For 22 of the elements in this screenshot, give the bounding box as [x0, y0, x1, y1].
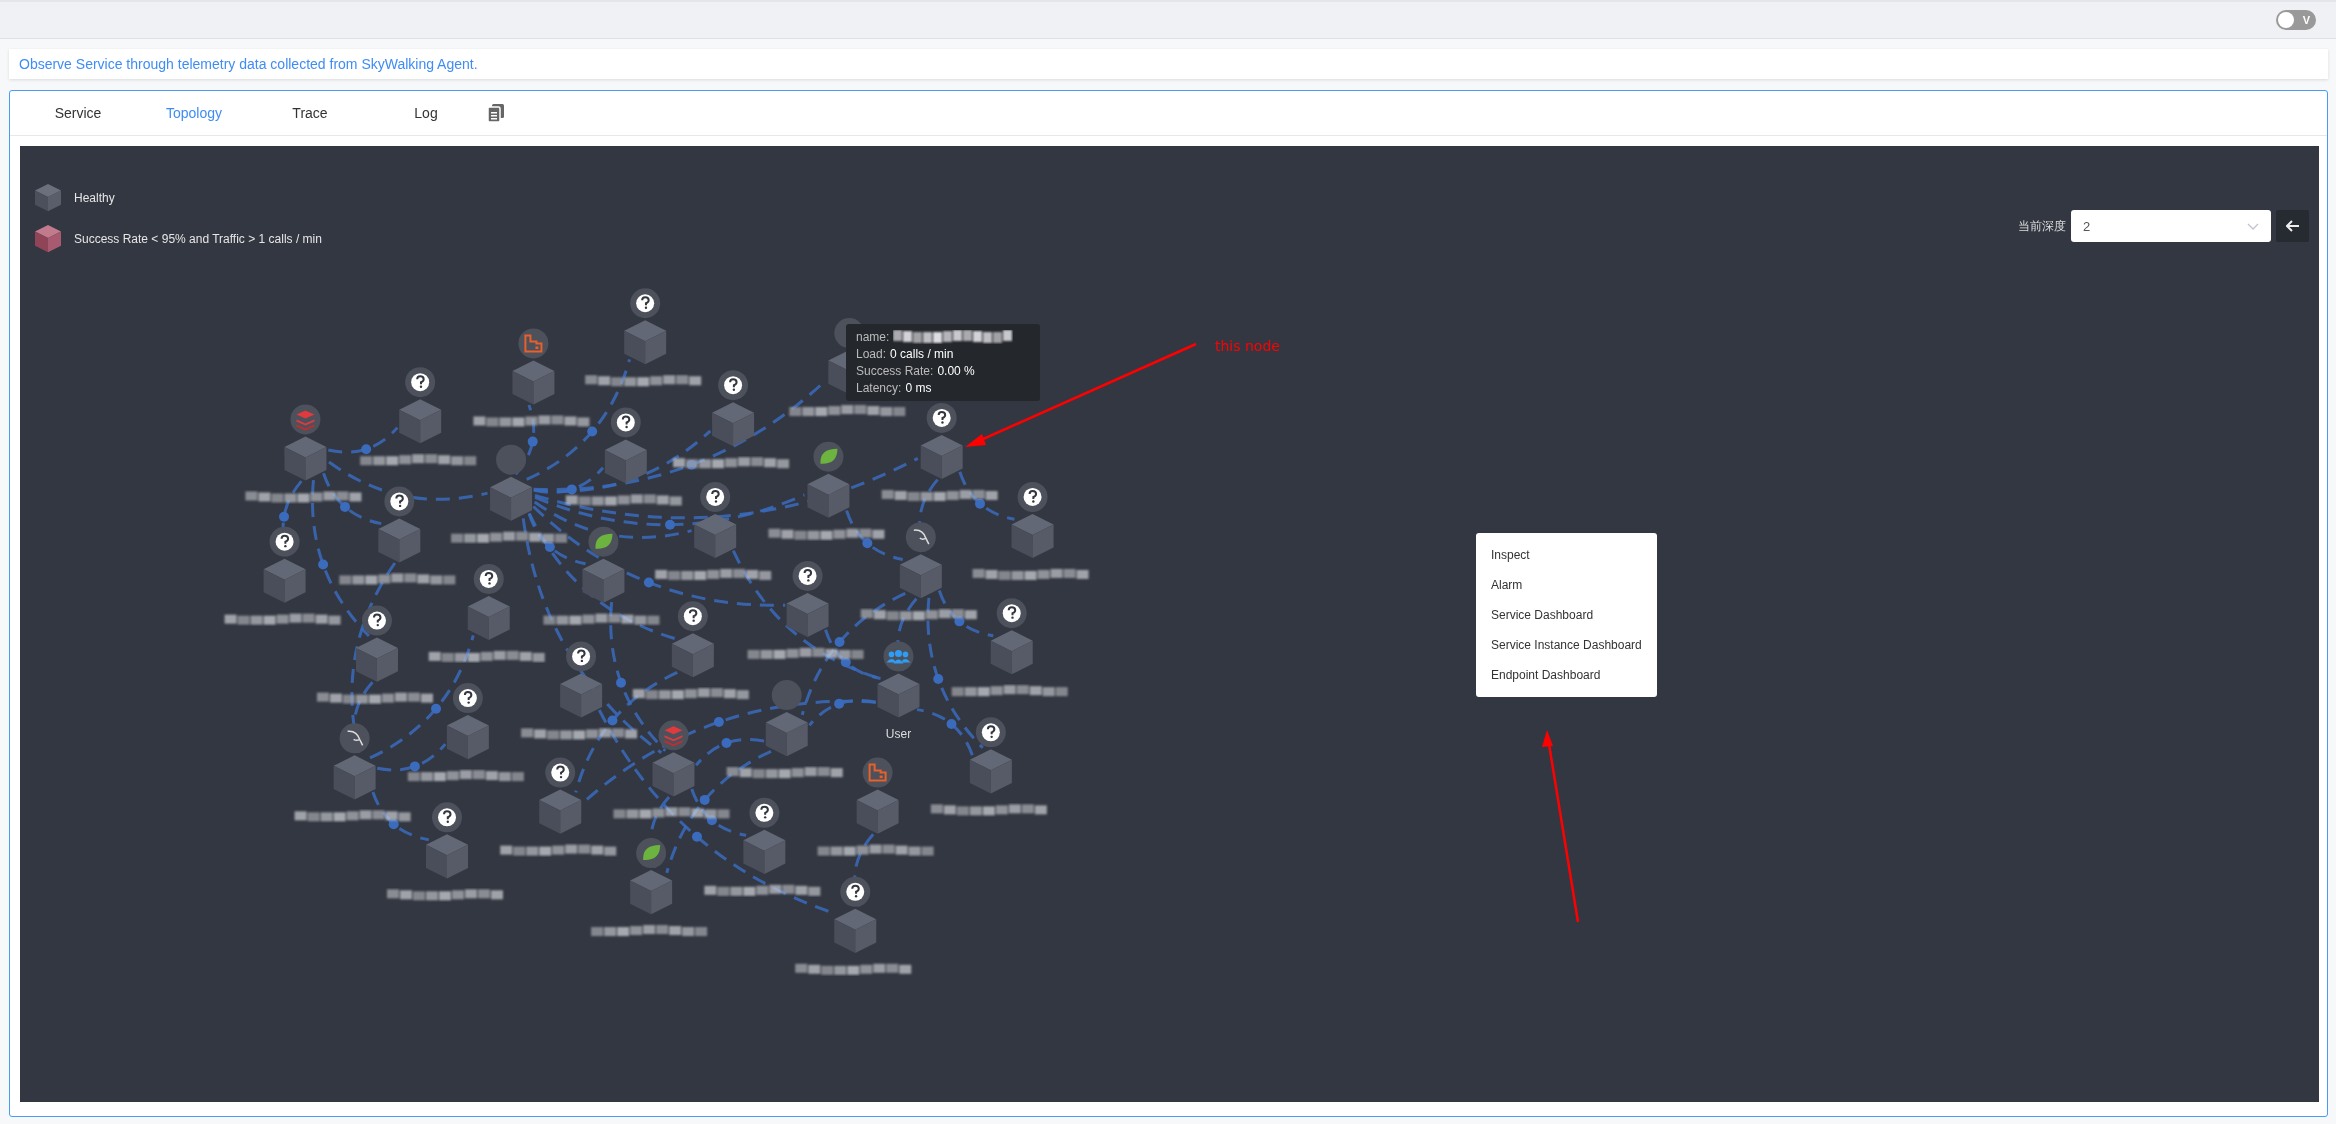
depth-label: 当前深度 — [2018, 217, 2066, 235]
depth-select[interactable]: 2 — [2071, 210, 2271, 242]
tooltip-label: Latency: — [856, 381, 902, 395]
tooltip-label: name: — [856, 330, 890, 344]
annotation-text: this node — [1215, 338, 1280, 354]
menu-item[interactable]: Service Instance Dashboard — [1476, 630, 1657, 660]
tab[interactable]: Service — [20, 99, 136, 127]
legend-label: Healthy — [74, 190, 115, 205]
tooltip-label: Load: — [856, 347, 887, 361]
tooltip-value: 0 calls / min — [890, 347, 954, 361]
menu-item[interactable]: Endpoint Dashboard — [1476, 660, 1657, 690]
menu-item[interactable]: Alarm — [1476, 570, 1657, 600]
legend-label: Success Rate < 95% and Traffic > 1 calls / min — [74, 231, 322, 246]
tab[interactable]: Log — [368, 99, 484, 127]
node-label: User — [885, 727, 912, 742]
tooltip-value: 0 ms — [905, 381, 932, 395]
tooltip-value: 0.00 % — [937, 364, 975, 378]
tab[interactable]: Trace — [252, 99, 368, 127]
description-text: Observe Service through telemetry data collected from SkyWalking Agent. — [19, 56, 478, 72]
menu-item[interactable]: Inspect — [1476, 540, 1657, 570]
tooltip-label: Success Rate: — [856, 364, 934, 378]
menu-item[interactable]: Service Dashboard — [1476, 600, 1657, 630]
